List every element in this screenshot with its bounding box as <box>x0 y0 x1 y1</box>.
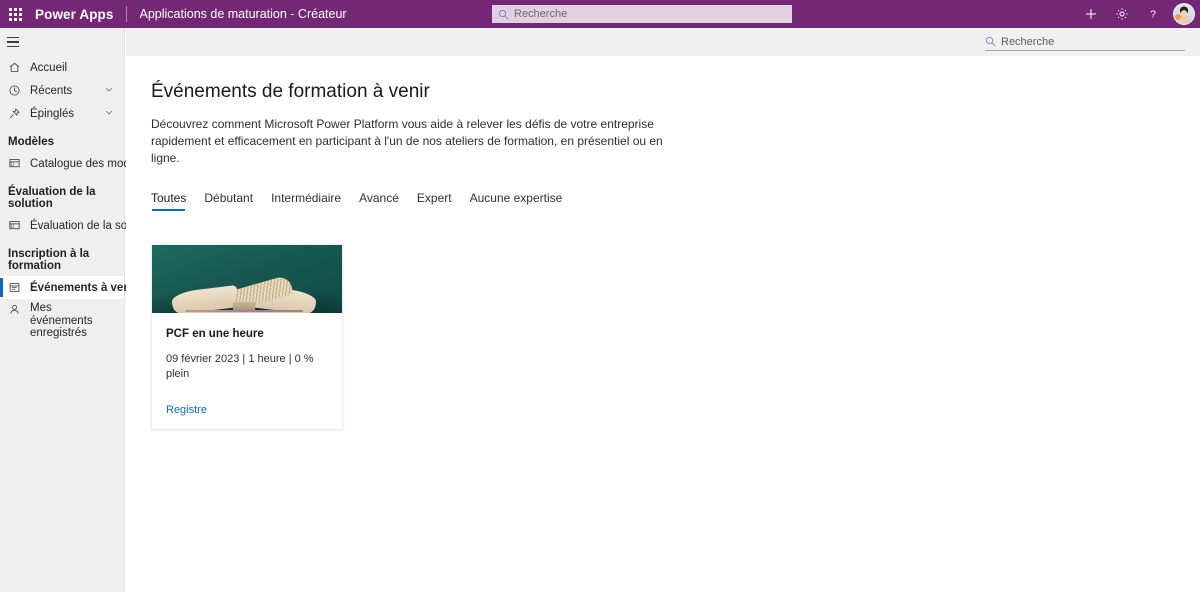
event-card-image <box>152 245 342 313</box>
event-card-title: PCF en une heure <box>166 328 264 340</box>
main-content: Événements de formation à venir Découvre… <box>126 56 1200 592</box>
sidebar: Accueil Récents Épinglés Modèles Catalog… <box>0 28 155 592</box>
sidebar-item-label: Accueil <box>30 61 68 74</box>
search-icon <box>985 36 996 47</box>
waffle-grid <box>8 7 22 21</box>
avatar-image <box>1173 3 1195 25</box>
sidebar-section-models: Modèles <box>8 136 55 148</box>
brand-title[interactable]: Power Apps <box>30 7 126 22</box>
event-card[interactable]: PCF en une heure 09 février 2023 | 1 heu… <box>151 244 343 430</box>
app-launcher-waffle-icon[interactable] <box>0 0 30 28</box>
suite-header: Power Apps Applications de maturation - … <box>0 0 1200 28</box>
sidebar-item-label: Mes événements enregistrés <box>30 302 93 339</box>
sidebar-item-label: Épinglés <box>30 107 75 120</box>
sidebar-item-recents[interactable]: Récents <box>0 79 124 102</box>
header-actions: ? <box>1075 0 1200 28</box>
home-icon <box>8 60 26 76</box>
event-card-body: PCF en une heure 09 février 2023 | 1 heu… <box>152 313 342 429</box>
search-icon <box>498 9 509 20</box>
question-mark-icon[interactable]: ? <box>1137 0 1168 28</box>
command-bar <box>126 28 1200 56</box>
chevron-down-icon[interactable] <box>104 84 114 97</box>
tab-aucune-expertise[interactable]: Aucune expertise <box>470 191 563 211</box>
tab-intermediaire[interactable]: Intermédiaire <box>271 191 341 211</box>
tab-avance[interactable]: Avancé <box>359 191 399 211</box>
sidebar-item-label: Événements à venir <box>30 281 139 294</box>
filter-tabs: Toutes Débutant Intermédiaire Avancé Exp… <box>151 191 1200 211</box>
person-icon <box>8 302 26 316</box>
event-card-meta: 09 février 2023 | 1 heure | 0 % plein <box>166 353 314 380</box>
plus-icon[interactable] <box>1075 0 1106 28</box>
sidebar-section-training-registration: Inscription à la formation <box>8 248 90 272</box>
sidebar-item-upcoming-events[interactable]: Événements à venir <box>0 276 138 299</box>
clock-icon <box>8 83 26 99</box>
calendar-event-icon <box>8 280 26 296</box>
pin-icon <box>8 106 26 122</box>
sidebar-section-solution-checker: Évaluation de la solution <box>8 186 96 210</box>
content-search-input[interactable] <box>1001 35 1161 48</box>
sidebar-item-accueil[interactable]: Accueil <box>0 56 124 79</box>
tab-toutes[interactable]: Toutes <box>151 191 186 211</box>
solution-checker-icon <box>8 218 26 234</box>
sidebar-item-my-registered-events[interactable]: Mes événements enregistrés <box>0 299 124 339</box>
hamburger-menu-icon[interactable] <box>0 28 125 56</box>
register-link[interactable]: Registre <box>166 404 207 416</box>
gear-icon[interactable] <box>1106 0 1137 28</box>
environment-name[interactable]: Applications de maturation - Créateur <box>127 7 347 21</box>
template-catalog-icon <box>8 156 26 172</box>
tab-debutant[interactable]: Débutant <box>204 191 253 211</box>
sidebar-item-pinned[interactable]: Épinglés <box>0 102 124 125</box>
chevron-down-icon[interactable] <box>104 107 114 120</box>
tab-expert[interactable]: Expert <box>417 191 452 211</box>
global-search-input[interactable] <box>514 8 764 20</box>
hamburger-lines <box>7 36 19 48</box>
page-description: Découvrez comment Microsoft Power Platfo… <box>151 117 663 165</box>
svg-text:?: ? <box>1150 9 1156 21</box>
open-book-illustration <box>169 273 319 313</box>
sidebar-item-template-catalog[interactable]: Catalogue des modèles <box>0 152 151 175</box>
global-search-box[interactable] <box>492 5 792 23</box>
content-search-box[interactable] <box>985 33 1185 51</box>
user-avatar[interactable] <box>1168 0 1200 28</box>
event-card-list: PCF en une heure 09 février 2023 | 1 heu… <box>151 244 1200 430</box>
page-title: Événements de formation à venir <box>151 81 430 102</box>
sidebar-item-label: Récents <box>30 84 73 97</box>
sidebar-item-solution-checker[interactable]: Évaluation de la solution <box>0 214 155 237</box>
